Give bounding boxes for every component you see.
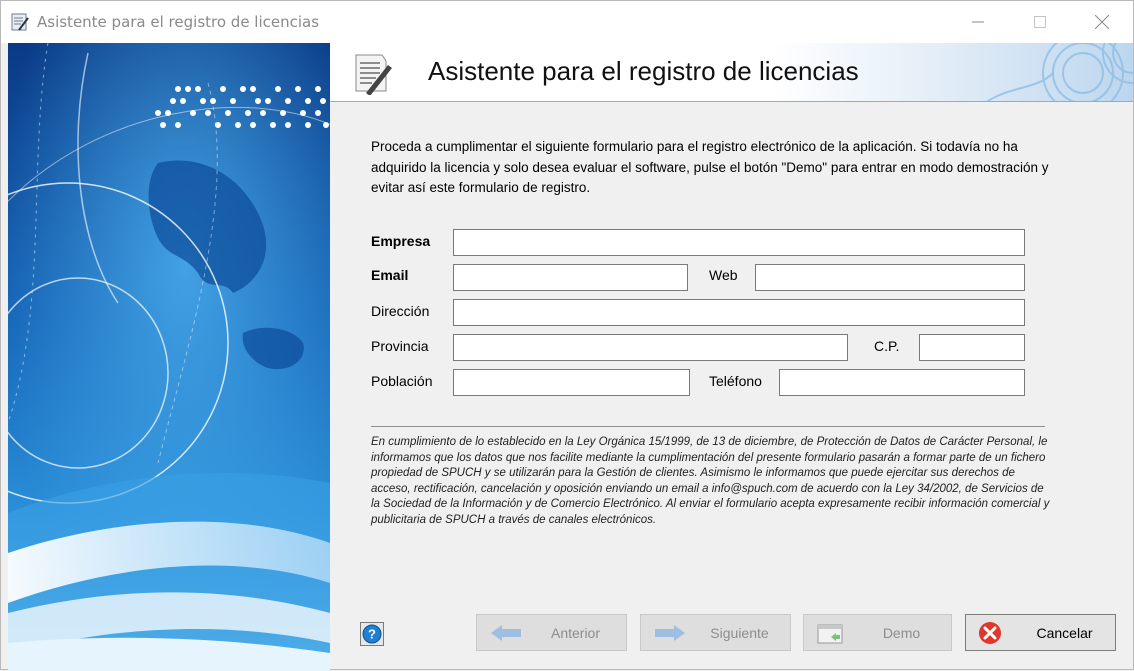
cancelar-button[interactable]: Cancelar (965, 614, 1116, 651)
web-field[interactable] (755, 264, 1025, 291)
help-icon: ? (362, 624, 382, 644)
intro-text: Proceda a cumplimentar el siguiente form… (371, 139, 1049, 195)
provincia-field[interactable] (453, 334, 848, 361)
minimize-button[interactable] (955, 1, 1001, 43)
wizard-header: Asistente para el registro de licencias (330, 43, 1133, 101)
demo-window-icon (817, 624, 843, 644)
maximize-button[interactable] (1017, 1, 1063, 43)
email-label: Email (371, 267, 409, 283)
siguiente-button[interactable]: Siguiente (640, 614, 791, 651)
document-pen-icon (355, 54, 392, 95)
cancelar-button-label: Cancelar (1036, 625, 1093, 641)
anterior-button[interactable]: Anterior (476, 614, 627, 651)
help-button[interactable]: ? (360, 622, 384, 646)
legal-notice: En cumplimiento de lo establecido en la … (371, 436, 1050, 526)
cp-field[interactable] (919, 334, 1025, 361)
telefono-field[interactable] (779, 369, 1025, 396)
arrow-right-icon (655, 625, 685, 641)
cp-label: C.P. (874, 338, 900, 354)
window-title: Asistente para el registro de licencias (37, 13, 320, 31)
anterior-button-label: Anterior (550, 625, 601, 641)
title-bar[interactable]: Asistente para el registro de licencias (1, 1, 1133, 43)
siguiente-button-label: Siguiente (710, 625, 769, 641)
decorative-swirl-icon (986, 43, 1133, 101)
email-field[interactable] (453, 264, 688, 291)
form-separator (371, 426, 1045, 427)
cancel-x-icon (979, 622, 1001, 644)
page-title: Asistente para el registro de licencias (428, 56, 859, 86)
wizard-side-image (8, 43, 330, 671)
header-divider (330, 101, 1133, 102)
telefono-label: Teléfono (709, 373, 762, 389)
web-label: Web (709, 267, 738, 283)
svg-text:?: ? (368, 627, 376, 642)
poblacion-label: Población (371, 373, 433, 389)
demo-button-label: Demo (882, 625, 921, 641)
close-icon (1095, 15, 1109, 29)
provincia-label: Provincia (371, 338, 429, 354)
close-button[interactable] (1079, 1, 1125, 43)
minimize-icon (972, 21, 984, 23)
direccion-label: Dirección (371, 303, 430, 319)
empresa-label: Empresa (371, 233, 431, 249)
arrow-left-icon (491, 625, 521, 641)
demo-button[interactable]: Demo (803, 614, 952, 651)
app-icon (11, 13, 29, 31)
license-wizard-window: Asistente para el registro de licencias (0, 0, 1134, 671)
empresa-field[interactable] (453, 229, 1025, 256)
poblacion-field[interactable] (453, 369, 690, 396)
direccion-field[interactable] (453, 299, 1025, 326)
maximize-icon (1034, 16, 1046, 28)
